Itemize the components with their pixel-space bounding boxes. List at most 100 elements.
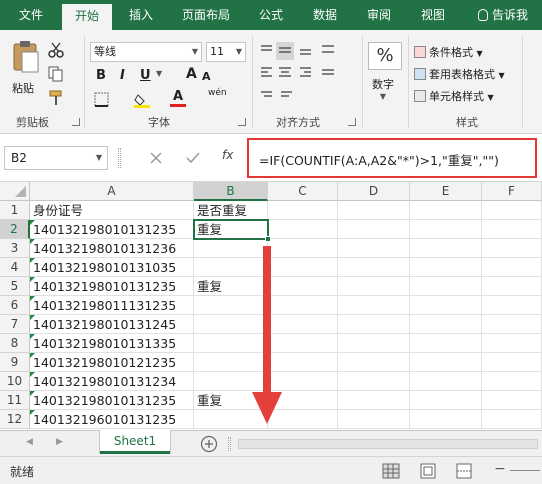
alignment-launcher-icon[interactable] — [348, 118, 356, 126]
enter-check-icon[interactable] — [186, 152, 200, 164]
add-sheet-icon[interactable] — [200, 435, 218, 453]
cell-a4[interactable]: 140132198010131035 — [30, 258, 194, 277]
cell-a3[interactable]: 140132198010131236 — [30, 239, 194, 258]
cell-e4[interactable] — [410, 258, 482, 277]
cell-a8[interactable]: 140132198010131335 — [30, 334, 194, 353]
row-header[interactable]: 11 — [0, 391, 30, 410]
cell-f10[interactable] — [482, 372, 542, 391]
cell-d10[interactable] — [338, 372, 410, 391]
font-size-combo[interactable]: 11 ▼ — [206, 42, 246, 62]
number-format-button[interactable]: 数字 ▼ — [372, 76, 394, 101]
cut-icon[interactable] — [48, 42, 64, 58]
underline-dropdown-icon[interactable]: ▼ — [156, 69, 162, 78]
cell-d1[interactable] — [338, 201, 410, 220]
column-header-a[interactable]: A — [30, 182, 194, 201]
shrink-font-button[interactable]: A — [202, 70, 211, 83]
cell-d7[interactable] — [338, 315, 410, 334]
cell-e3[interactable] — [410, 239, 482, 258]
tab-scroll-splitter[interactable] — [228, 437, 231, 451]
page-layout-view-icon[interactable] — [420, 463, 436, 479]
column-header-d[interactable]: D — [338, 182, 410, 201]
normal-view-icon[interactable] — [382, 463, 400, 479]
cell-a2[interactable]: 140132198010131235 — [30, 220, 194, 239]
font-name-combo[interactable]: 等线 ▼ — [90, 42, 202, 62]
cell-f8[interactable] — [482, 334, 542, 353]
tab-home[interactable]: 开始 — [62, 4, 112, 30]
cell-e7[interactable] — [410, 315, 482, 334]
border-icon[interactable] — [94, 92, 116, 108]
zoom-out-icon[interactable]: − — [494, 461, 506, 477]
name-box[interactable]: B2 ▼ — [4, 146, 108, 170]
row-header[interactable]: 2 — [0, 220, 30, 239]
cell-e8[interactable] — [410, 334, 482, 353]
cell-e11[interactable] — [410, 391, 482, 410]
cell-e5[interactable] — [410, 277, 482, 296]
cell-d3[interactable] — [338, 239, 410, 258]
cell-d5[interactable] — [338, 277, 410, 296]
row-header[interactable]: 10 — [0, 372, 30, 391]
cell-d9[interactable] — [338, 353, 410, 372]
cell-c2[interactable] — [268, 220, 338, 239]
alignment-buttons[interactable] — [258, 40, 358, 106]
cell-e2[interactable] — [410, 220, 482, 239]
cell-d11[interactable] — [338, 391, 410, 410]
tab-page-layout[interactable]: 页面布局 — [172, 0, 240, 30]
tab-file[interactable]: 文件 — [8, 0, 54, 30]
horizontal-scrollbar[interactable] — [238, 439, 538, 449]
cell-f5[interactable] — [482, 277, 542, 296]
insert-function-button[interactable]: fx — [222, 148, 233, 162]
cell-a6[interactable]: 140132198011131235 — [30, 296, 194, 315]
fill-color-icon[interactable] — [134, 92, 156, 108]
copy-icon[interactable] — [48, 66, 64, 82]
row-header[interactable]: 1 — [0, 201, 30, 220]
cell-a5[interactable]: 140132198010131235 — [30, 277, 194, 296]
format-as-table-button[interactable]: 套用表格格式 ▼ — [414, 66, 505, 84]
fill-handle[interactable] — [265, 236, 271, 242]
cell-styles-button[interactable]: 单元格样式 ▼ — [414, 88, 494, 106]
cell-d8[interactable] — [338, 334, 410, 353]
row-header[interactable]: 4 — [0, 258, 30, 277]
cell-f4[interactable] — [482, 258, 542, 277]
sheet-tab-sheet1[interactable]: Sheet1 — [100, 430, 170, 454]
font-launcher-icon[interactable] — [238, 118, 246, 126]
cell-f6[interactable] — [482, 296, 542, 315]
cell-e6[interactable] — [410, 296, 482, 315]
cell-e10[interactable] — [410, 372, 482, 391]
tab-review[interactable]: 审阅 — [356, 0, 402, 30]
conditional-formatting-button[interactable]: 条件格式 ▼ — [414, 44, 483, 62]
column-header-b[interactable]: B — [194, 182, 268, 201]
clipboard-launcher-icon[interactable] — [72, 118, 80, 126]
row-header[interactable]: 5 — [0, 277, 30, 296]
page-break-view-icon[interactable] — [456, 463, 472, 479]
cell-f7[interactable] — [482, 315, 542, 334]
cell-e1[interactable] — [410, 201, 482, 220]
column-header-f[interactable]: F — [482, 182, 542, 201]
cell-e12[interactable] — [410, 410, 482, 429]
cell-f12[interactable] — [482, 410, 542, 429]
row-header[interactable]: 8 — [0, 334, 30, 353]
row-header[interactable]: 6 — [0, 296, 30, 315]
cell-a10[interactable]: 140132198010131234 — [30, 372, 194, 391]
percent-style-icon[interactable]: % — [368, 42, 402, 70]
cell-a9[interactable]: 140132198010121235 — [30, 353, 194, 372]
phonetic-guide-button[interactable]: wén — [208, 88, 227, 98]
cancel-icon[interactable] — [150, 152, 162, 164]
scroll-left-icon[interactable]: ◀ — [26, 437, 33, 447]
tell-me-search[interactable]: 告诉我 — [477, 0, 528, 30]
column-header-e[interactable]: E — [410, 182, 482, 201]
cell-f11[interactable] — [482, 391, 542, 410]
row-header[interactable]: 3 — [0, 239, 30, 258]
formula-input[interactable]: =IF(COUNTIF(A:A,A2&"*")>1,"重复","") — [259, 150, 499, 169]
tab-data[interactable]: 数据 — [302, 0, 348, 30]
select-all-corner[interactable] — [0, 182, 30, 201]
cell-c1[interactable] — [268, 201, 338, 220]
cell-b1[interactable]: 是否重复 — [194, 201, 268, 220]
cell-d6[interactable] — [338, 296, 410, 315]
scroll-right-icon[interactable]: ▶ — [56, 437, 63, 447]
underline-button[interactable]: U — [140, 68, 151, 83]
cell-d2[interactable] — [338, 220, 410, 239]
cell-a11[interactable]: 140132198010131235 — [30, 391, 194, 410]
cell-f9[interactable] — [482, 353, 542, 372]
format-painter-icon[interactable] — [48, 90, 64, 106]
column-header-c[interactable]: C — [268, 182, 338, 201]
